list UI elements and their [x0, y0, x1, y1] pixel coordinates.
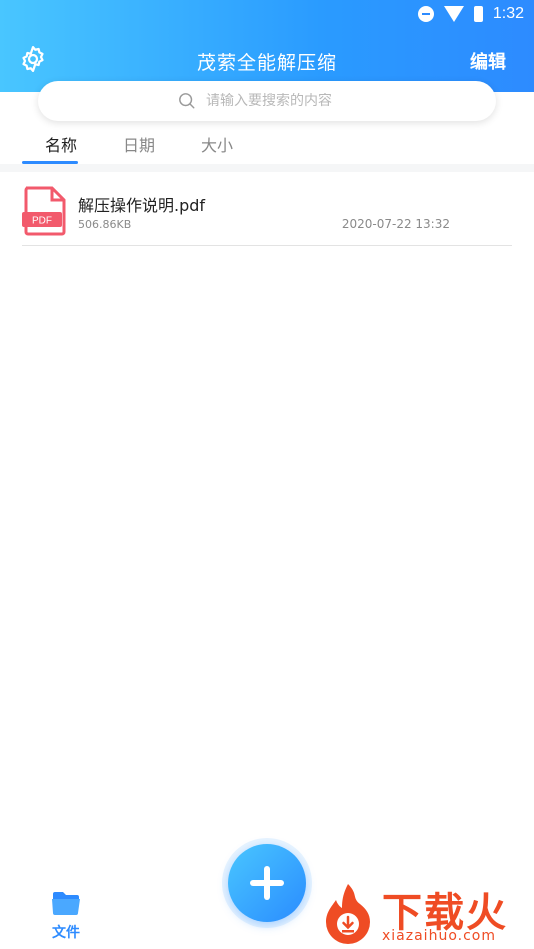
watermark: 下载火 xiazaihuo.com [316, 876, 534, 949]
list-item[interactable]: PDF 解压操作说明.pdf 506.86KB 2020-07-22 13:32 [22, 180, 512, 246]
status-time: 1:32 [492, 5, 524, 22]
tab-size[interactable]: 大小 [178, 128, 256, 164]
file-size: 506.86KB [78, 218, 132, 231]
edit-button[interactable]: 编辑 [470, 48, 506, 74]
folder-icon [52, 892, 80, 915]
sort-tabs: 名称 日期 大小 [22, 128, 256, 164]
divider [0, 164, 534, 172]
status-bar: 1:32 [0, 0, 534, 28]
pdf-icon-label: PDF [32, 216, 52, 227]
do-not-disturb-icon [417, 6, 434, 22]
add-button[interactable] [228, 844, 306, 922]
pdf-file-icon: PDF [22, 186, 66, 236]
nav-files[interactable]: 文件 [40, 890, 92, 942]
wifi-icon [443, 6, 464, 22]
file-name: 解压操作说明.pdf [78, 196, 206, 215]
tab-name[interactable]: 名称 [22, 128, 100, 164]
watermark-url: xiazaihuo.com [382, 928, 496, 944]
search-icon [179, 93, 195, 109]
search-input[interactable] [206, 93, 356, 109]
add-button-ring [222, 838, 312, 928]
search-bar[interactable] [38, 81, 496, 121]
tab-date[interactable]: 日期 [100, 128, 178, 164]
app-header-background: 1:32 茂萦全能解压缩 编辑 [0, 0, 534, 92]
file-date: 2020-07-22 13:32 [341, 217, 450, 231]
nav-files-label: 文件 [52, 925, 80, 941]
watermark-logo-icon [326, 884, 370, 944]
page-title: 茂萦全能解压缩 [196, 52, 337, 74]
battery-icon [473, 6, 483, 22]
